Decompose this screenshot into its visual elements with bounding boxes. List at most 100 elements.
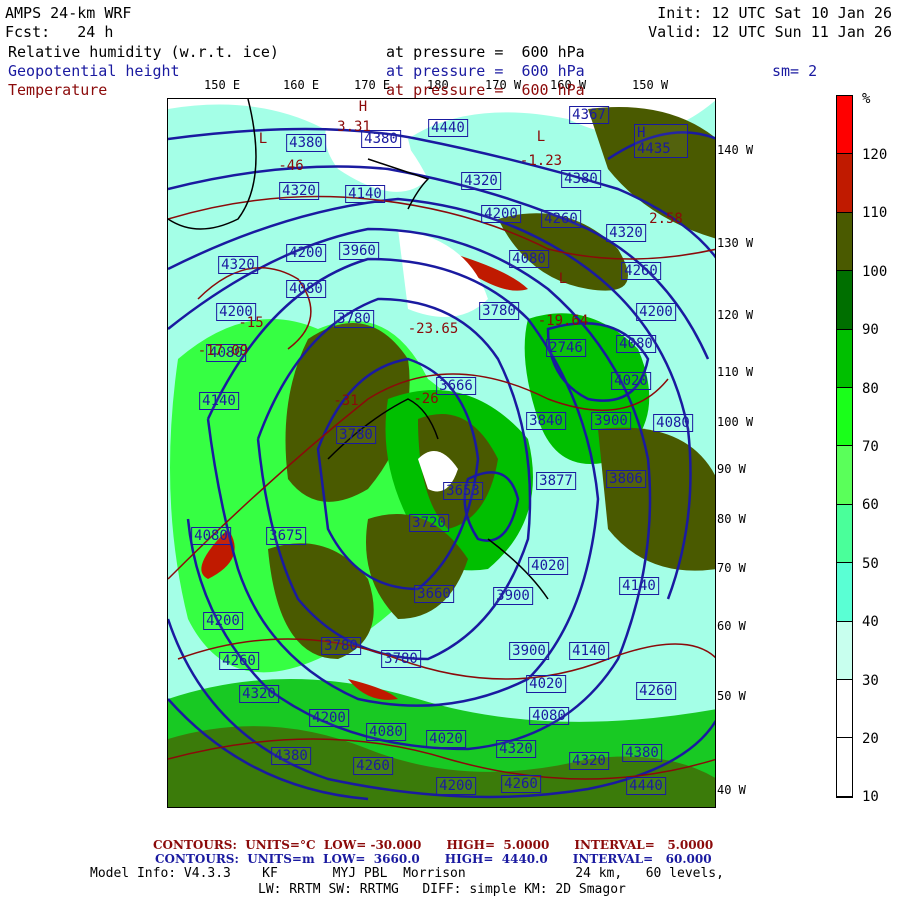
height-contour-label: 4080 [286,280,326,298]
height-low: LOW= 3660.0 [323,852,420,866]
temperature-contour-label: 2.58 [649,211,683,227]
colorbar [836,95,853,798]
colorbar-swatch [837,387,852,447]
height-contour-label: 4080 [529,707,569,725]
height-contour-label: 4080 [653,414,693,432]
field-height-name: Geopotential height [8,62,180,80]
height-contour-label: 3780 [334,310,374,328]
height-contour-label: 4380 [271,747,311,765]
height-units: UNITS=m [247,852,315,866]
lat-label: 130 W [717,236,754,250]
height-contour-label: 4320 [279,182,319,200]
height-contour-label: 3900 [591,412,631,430]
colorbar-tick-label: 30 [862,672,879,689]
lat-label: 80 W [717,512,746,526]
height-contour-label: 4320 [606,224,646,242]
height-contour-label: 4200 [481,205,521,223]
height-contour-label: 4080 [509,250,549,268]
colorbar-tick-label: 90 [862,322,879,339]
height-interval: INTERVAL= 60.000 [572,852,712,866]
temp-contour-info: CONTOURS: UNITS=°C LOW= -30.000 HIGH= 5.… [153,838,713,852]
height-contour-label: 4380 [561,170,601,188]
colorbar-swatch [837,738,852,797]
height-contour-label: 4020 [526,675,566,693]
forecast-hour: Fcst: 24 h [5,23,114,41]
temp-low: LOW= -30.000 [323,838,422,852]
field-temp-name: Temperature [8,81,108,99]
colorbar-swatch [837,621,852,680]
lat-label: 90 W [717,462,746,476]
field-temp-level: at pressure = 600 hPa [386,81,585,99]
temperature-contour-label: -17.09 [197,343,249,359]
height-contour-label: 4200 [636,303,676,321]
colorbar-swatch [837,563,852,622]
field-rh-level: at pressure = 600 hPa [386,43,585,61]
lat-label: 100 W [717,415,754,429]
temperature-contour-label: -46 [278,158,304,174]
temperature-contour-label: H [358,99,368,115]
colorbar-tick-label: 110 [862,205,888,222]
height-contour-label: 4140 [619,577,659,595]
colorbar-tick-label: 20 [862,731,879,747]
lon-label: 160 E [283,78,320,92]
colorbar-swatch [837,271,852,330]
height-contour-label: 3780 [336,426,376,444]
height-contour-label: 4320 [239,685,279,703]
height-contour-label: 4080 [616,335,656,353]
height-contour-label: 3806 [606,470,646,488]
colorbar-swatch [837,154,852,213]
height-contour-label: 4020 [611,372,651,390]
height-contour-label: 4200 [203,612,243,630]
height-contour-label: 3660 [414,585,454,603]
temperature-contour-label: L [258,131,268,147]
colorbar-swatch [837,679,852,739]
height-contour-label: 4020 [426,730,466,748]
height-contour-label: 3780 [479,302,519,320]
height-contour-label: 4140 [569,642,609,660]
height-contour-label: H 4435 [634,124,688,158]
map-plot-area: 4380 4380 4440 4320 4140 4320 4380 4200 4260 4320… [167,98,716,808]
lat-label: 70 W [717,561,746,575]
colorbar-tick-label: 10 [862,789,879,806]
init-time: Init: 12 UTC Sat 10 Jan 26 [657,4,892,22]
model-title: AMPS 24-km WRF [5,4,132,22]
colorbar-tick-label: 50 [862,555,879,572]
height-contour-label: 4080 [191,527,231,545]
colorbar-tick-label: 100 [862,263,888,280]
height-contour-label: 3780 [321,637,361,655]
height-contour-label: 4320 [218,256,258,274]
temperature-contour-label: -23.65 [407,321,459,337]
height-contour-label: 4260 [621,262,661,280]
valid-time: Valid: 12 UTC Sun 11 Jan 26 [648,23,892,41]
height-contour-label: 3675 [266,527,306,545]
temperature-contour-label: -19.64 [537,313,589,329]
temperature-contour-label: -15 [238,315,264,331]
height-contour-label: 3877 [536,472,576,490]
height-contour-label: 3840 [526,412,566,430]
smoothing-label: sm= 2 [772,62,818,80]
height-contour-label: 4320 [461,172,501,190]
height-contour-label: 3780 [381,650,421,668]
model-physics: LW: RRTM SW: RRTMG DIFF: simple KM: 2D S… [258,882,626,897]
lat-label: 40 W [717,783,746,797]
temp-high: HIGH= 5.0000 [446,838,550,852]
lat-label: 110 W [717,365,754,379]
height-contour-label: 4367 [569,106,609,124]
lon-label: 150 E [204,78,241,92]
height-contour-label: 4140 [345,185,385,203]
height-contour-label: 3653 [443,482,483,500]
colorbar-swatch [837,329,852,388]
temperature-contour-label: -1.23 [519,153,563,169]
temperature-contour-label: -31 [333,393,359,409]
temp-units: UNITS=°C [245,838,316,852]
temperature-contour-label: -26 [413,391,439,407]
height-contour-label: 3720 [409,514,449,532]
colorbar-swatch [837,504,852,564]
colorbar-tick-label: 70 [862,439,879,455]
height-contour-label: 3900 [493,587,533,605]
model-info: Model Info: V4.3.3 KF MYJ PBL Morrison 2… [90,866,724,881]
height-contour-label: 3900 [509,642,549,660]
height-contour-label: 3666 [436,377,476,395]
height-contour-label: 4140 [199,392,239,410]
lat-label: 60 W [717,619,746,633]
